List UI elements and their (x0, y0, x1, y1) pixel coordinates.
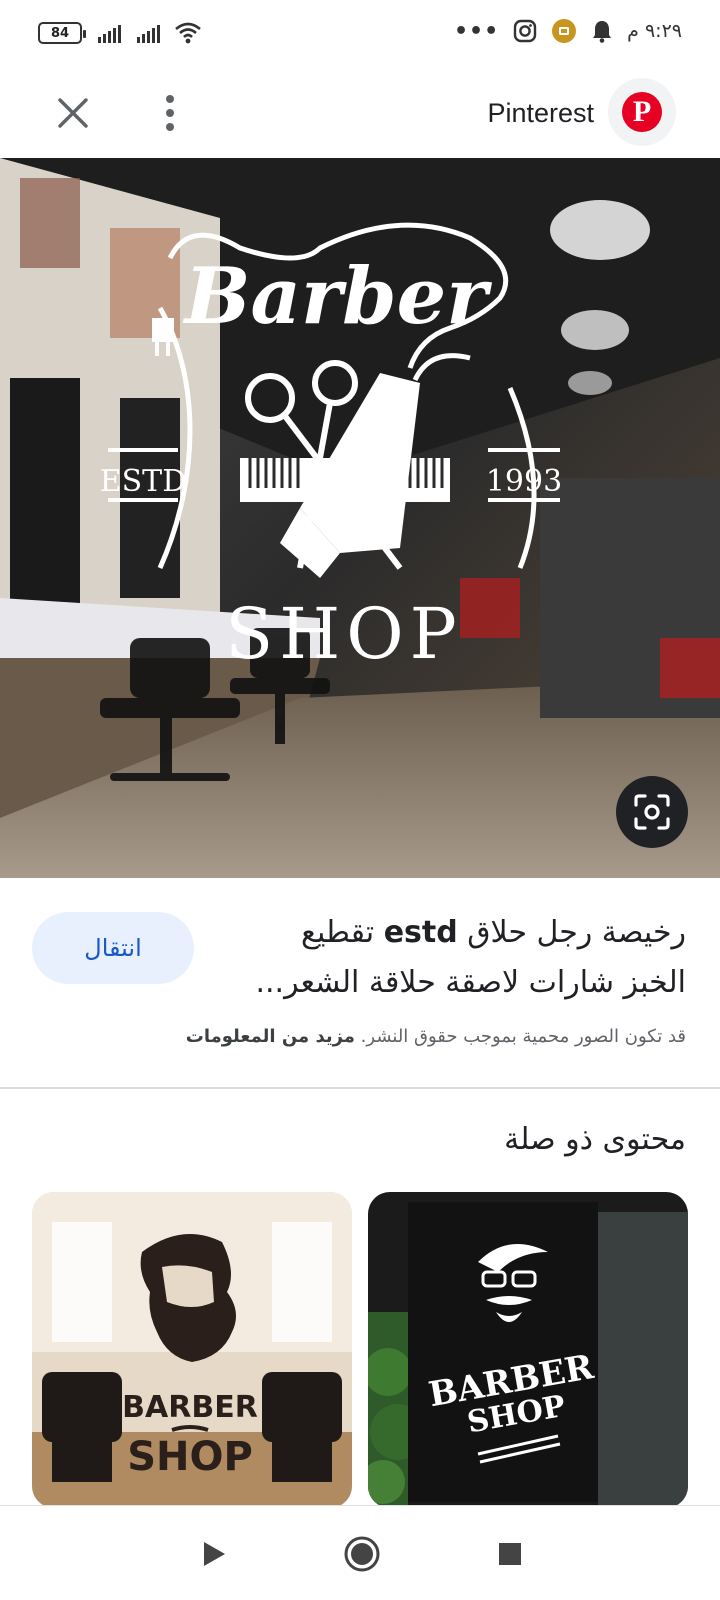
title-bold: estd (383, 915, 458, 950)
more-options-button[interactable] (150, 90, 190, 136)
home-button[interactable] (340, 1532, 384, 1576)
card-text-line1: BARBER (122, 1390, 258, 1425)
close-icon (58, 98, 88, 128)
source-name[interactable]: Pinterest (487, 90, 594, 136)
battery-icon: 84 (38, 22, 86, 44)
recents-icon (499, 1543, 521, 1565)
pinterest-logo: P (622, 92, 662, 132)
close-button[interactable] (50, 90, 96, 136)
back-icon (204, 1542, 225, 1566)
overflow-dots: ••• (453, 18, 500, 44)
battery-level: 84 (50, 25, 70, 41)
logo-shop-text: SHOP (225, 593, 463, 675)
status-left: 84 (38, 22, 202, 44)
related-card[interactable]: BARBER SHOP (368, 1192, 688, 1508)
home-icon (344, 1536, 380, 1572)
signal-icon (98, 23, 121, 43)
bell-icon (593, 21, 612, 43)
notification-icon (552, 19, 577, 43)
status-bar: 84 ••• ٩:٢٩ م (0, 0, 720, 70)
barber-shop-photo: Barber ESTD 1993 SHOP (0, 158, 720, 878)
copyright-text: قد تكون الصور محمية بموجب حقوق النشر. (360, 1026, 686, 1047)
source-logo[interactable]: P (608, 78, 676, 146)
wifi-icon (175, 22, 201, 44)
divider (0, 1087, 720, 1089)
lens-icon (634, 794, 670, 830)
more-vert-icon (166, 95, 174, 131)
main-image[interactable]: Barber ESTD 1993 SHOP (0, 158, 720, 878)
lens-button[interactable] (616, 776, 688, 848)
back-button[interactable] (192, 1532, 236, 1576)
copyright-note: قد تكون الصور محمية بموجب حقوق النشر. مز… (186, 1026, 686, 1047)
title-prefix: رخيصة رجل حلاق (467, 915, 686, 950)
more-info-link[interactable]: مزيد من المعلومات (186, 1026, 355, 1047)
related-card[interactable]: BARBER SHOP (32, 1192, 352, 1508)
recents-button[interactable] (488, 1532, 532, 1576)
pinterest-logo-letter: P (632, 95, 652, 128)
logo-year-text: 1993 (486, 464, 562, 499)
app-bar: Pinterest P (0, 70, 720, 158)
status-right: ••• ٩:٢٩ م (454, 18, 682, 44)
card-text-line2: SHOP (127, 1434, 253, 1480)
signal-icon (137, 23, 160, 43)
logo-barber-text: Barber (183, 251, 493, 342)
navigation-bar (0, 1505, 720, 1600)
status-time: ٩:٢٩ م (627, 20, 682, 42)
instagram-icon (513, 19, 537, 43)
related-image: BARBER SHOP (32, 1192, 352, 1508)
result-info: رخيصة رجل حلاق estd تقطيع الخبز شارات لا… (0, 878, 720, 1088)
logo-estd-text: ESTD (100, 464, 187, 499)
result-title[interactable]: رخيصة رجل حلاق estd تقطيع الخبز شارات لا… (246, 908, 686, 1008)
related-heading: محتوى ذو صلة (504, 1122, 686, 1157)
related-image: BARBER SHOP (368, 1192, 688, 1508)
visit-button[interactable]: انتقال (32, 912, 194, 984)
